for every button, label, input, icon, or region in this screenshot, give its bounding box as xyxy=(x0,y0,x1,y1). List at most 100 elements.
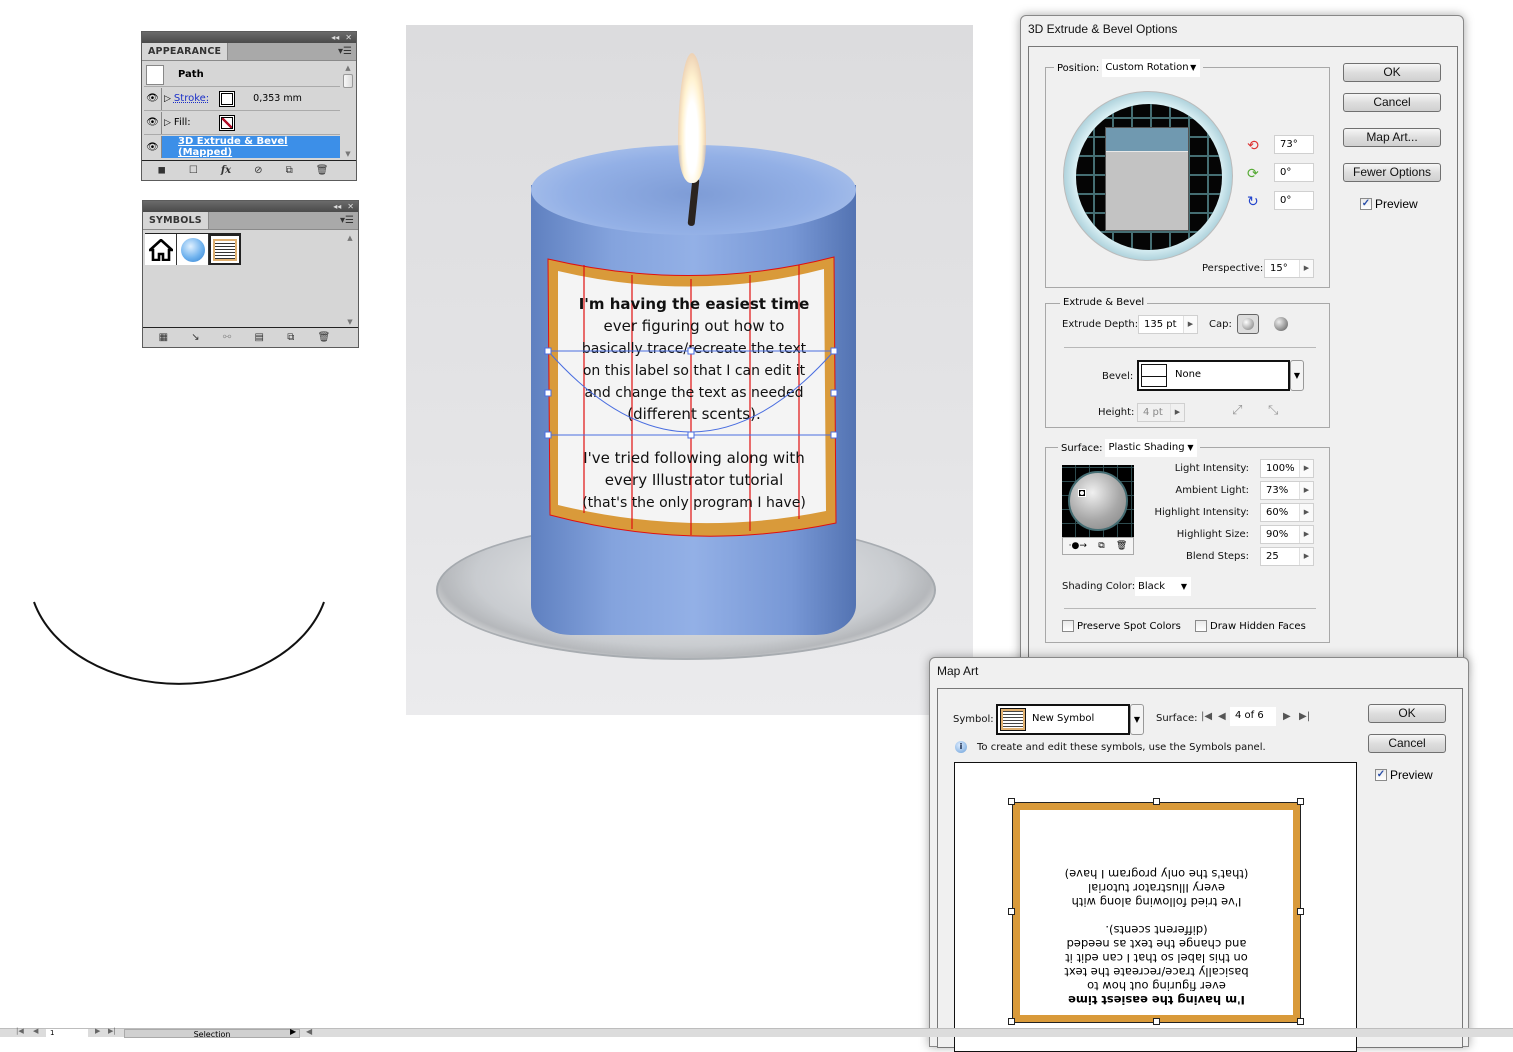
highlight-intensity-field[interactable]: 60% ▶ xyxy=(1260,503,1314,522)
wrapped-label[interactable]: I'm having the easiest time ever figurin… xyxy=(544,253,844,543)
symbol-libraries-icon[interactable]: ▦ xyxy=(159,332,168,343)
cancel-button[interactable]: Cancel xyxy=(1368,734,1446,753)
scroll-left-icon[interactable]: ◀ xyxy=(306,1027,312,1036)
rotation-trackball[interactable] xyxy=(1063,91,1233,261)
artwork-handle[interactable] xyxy=(1153,798,1160,805)
map-art-button[interactable]: Map Art... xyxy=(1343,128,1441,147)
preview-checkbox[interactable]: ✓ Preview xyxy=(1375,768,1433,782)
delete-light-icon[interactable]: 🗑 xyxy=(1116,541,1127,551)
expand-triangle-icon[interactable]: ▷ xyxy=(164,94,171,104)
cap-on-button[interactable] xyxy=(1237,314,1259,334)
scroll-down-icon[interactable]: ▼ xyxy=(344,317,356,327)
visibility-eye-icon[interactable]: 👁 xyxy=(144,136,162,158)
position-dropdown[interactable]: Custom Rotation ▼ xyxy=(1102,59,1201,77)
bevel-extent-in-icon[interactable]: ⤡ xyxy=(1268,403,1278,418)
panel-menu-icon[interactable]: ▾☰ xyxy=(340,215,354,226)
ambient-light-field[interactable]: 73% ▶ xyxy=(1260,481,1314,500)
close-panel-icon[interactable]: ✕ xyxy=(347,202,354,211)
artwork-handle[interactable] xyxy=(1008,798,1015,805)
first-surface-icon[interactable]: |◀ xyxy=(1201,711,1212,722)
slider-arrow-icon[interactable]: ▶ xyxy=(1299,482,1313,499)
fx-icon[interactable]: fx xyxy=(221,165,231,176)
surface-dropdown[interactable]: Plastic Shading ▼ xyxy=(1105,439,1198,457)
visibility-eye-icon[interactable]: 👁 xyxy=(144,111,162,134)
scroll-up-icon[interactable]: ▲ xyxy=(342,63,354,73)
slider-arrow-icon[interactable]: ▶ xyxy=(1299,526,1313,543)
delete-symbol-icon[interactable]: 🗑 xyxy=(318,332,331,343)
x-rotation-field[interactable]: 73° xyxy=(1274,135,1314,154)
extrude-depth-field[interactable]: 135 pt ▶ xyxy=(1138,315,1198,334)
symbol-dropdown-arrow[interactable]: ▼ xyxy=(1130,704,1144,735)
next-page-icon[interactable]: ▶ xyxy=(95,1027,100,1035)
cap-off-button[interactable] xyxy=(1274,317,1288,331)
add-new-fill-icon[interactable]: ☐ xyxy=(189,165,198,176)
artwork-handle[interactable] xyxy=(1008,1018,1015,1025)
status-menu-arrow-icon[interactable]: ▶ xyxy=(290,1027,296,1036)
bevel-dropdown[interactable]: None xyxy=(1137,360,1290,391)
label-symbol[interactable] xyxy=(209,234,241,265)
collapse-icon[interactable]: ◂◂ xyxy=(333,202,341,211)
arc-path[interactable] xyxy=(30,598,330,693)
panel-titlebar[interactable]: ◂◂ ✕ xyxy=(142,32,356,43)
scroll-thumb[interactable] xyxy=(343,74,353,88)
place-symbol-icon[interactable]: ↘ xyxy=(191,332,199,343)
last-page-icon[interactable]: ▶| xyxy=(108,1027,116,1035)
appearance-row-fill[interactable]: 👁 ▷ Fill: xyxy=(144,111,340,135)
last-surface-icon[interactable]: ▶| xyxy=(1299,711,1310,722)
first-page-icon[interactable]: |◀ xyxy=(16,1027,24,1035)
visibility-eye-icon[interactable]: 👁 xyxy=(144,87,162,110)
checkbox-box[interactable] xyxy=(1195,620,1207,632)
fill-none-swatch[interactable] xyxy=(218,114,235,131)
bevel-dropdown-arrow[interactable]: ▼ xyxy=(1290,360,1304,391)
z-rotation-field[interactable]: 0° xyxy=(1274,191,1314,210)
stroke-weight[interactable]: 0,353 mm xyxy=(253,93,302,104)
slider-arrow-icon[interactable]: ▶ xyxy=(1299,548,1313,565)
add-new-stroke-icon[interactable]: ◼ xyxy=(158,165,166,176)
draw-hidden-faces-checkbox[interactable]: Draw Hidden Faces xyxy=(1195,620,1306,632)
light-source-handle[interactable] xyxy=(1078,489,1086,497)
checkmark-icon[interactable]: ✓ xyxy=(1360,198,1372,210)
ok-button[interactable]: OK xyxy=(1343,63,1441,82)
tab-symbols[interactable]: SYMBOLS xyxy=(143,212,209,229)
appearance-row-effect[interactable]: 👁 3D Extrude & Bevel (Mapped) xyxy=(144,135,340,159)
panel-titlebar[interactable]: ◂◂ ✕ xyxy=(143,201,358,212)
symbol-options-icon[interactable]: ▤ xyxy=(255,332,264,343)
expand-triangle-icon[interactable]: ▷ xyxy=(164,118,171,128)
perspective-slider-arrow-icon[interactable]: ▶ xyxy=(1299,260,1313,277)
collapse-icon[interactable]: ◂◂ xyxy=(331,33,339,42)
globe-symbol[interactable] xyxy=(177,234,209,265)
artwork-handle[interactable] xyxy=(1297,908,1304,915)
perspective-field[interactable]: 15° ▶ xyxy=(1264,259,1314,278)
close-panel-icon[interactable]: ✕ xyxy=(345,33,352,42)
ok-button[interactable]: OK xyxy=(1368,704,1446,723)
map-art-preview-area[interactable]: I'm having the easiest time ever figurin… xyxy=(954,762,1357,1052)
effect-label[interactable]: 3D Extrude & Bevel (Mapped) xyxy=(178,136,340,158)
cube-top-face[interactable] xyxy=(1106,128,1188,152)
stroke-label[interactable]: Stroke: xyxy=(174,93,209,104)
previous-page-icon[interactable]: ◀ xyxy=(33,1027,38,1035)
home-symbol[interactable] xyxy=(145,234,177,265)
checkbox-box[interactable] xyxy=(1062,620,1074,632)
preview-checkbox[interactable]: ✓ Preview xyxy=(1360,197,1418,211)
tab-appearance[interactable]: APPEARANCE xyxy=(142,43,229,60)
artwork-handle[interactable] xyxy=(1297,1018,1304,1025)
artwork-handle[interactable] xyxy=(1297,798,1304,805)
clear-appearance-icon[interactable]: ⊘ xyxy=(254,165,262,176)
next-surface-icon[interactable]: ▶ xyxy=(1283,711,1291,722)
artwork-handle[interactable] xyxy=(1153,1018,1160,1025)
artwork-handle[interactable] xyxy=(1008,908,1015,915)
symbols-scrollbar[interactable]: ▲ ▼ xyxy=(344,233,356,327)
cancel-button[interactable]: Cancel xyxy=(1343,93,1441,112)
scroll-up-icon[interactable]: ▲ xyxy=(344,233,356,243)
candle-photo[interactable]: I'm having the easiest time ever figurin… xyxy=(406,25,973,715)
mapped-symbol-artwork[interactable]: I'm having the easiest time ever figurin… xyxy=(1012,802,1301,1023)
slider-arrow-icon[interactable]: ▶ xyxy=(1299,504,1313,521)
appearance-row-stroke[interactable]: 👁 ▷ Stroke: 0,353 mm xyxy=(144,87,340,111)
stroke-swatch[interactable] xyxy=(219,90,236,107)
panel-menu-icon[interactable]: ▾☰ xyxy=(338,46,352,57)
duplicate-item-icon[interactable]: ⧉ xyxy=(286,165,293,176)
blend-steps-field[interactable]: 25 ▶ xyxy=(1260,547,1314,566)
delete-item-icon[interactable]: 🗑 xyxy=(316,165,329,176)
y-rotation-field[interactable]: 0° xyxy=(1274,163,1314,182)
break-link-icon[interactable]: ⚯ xyxy=(223,332,231,343)
